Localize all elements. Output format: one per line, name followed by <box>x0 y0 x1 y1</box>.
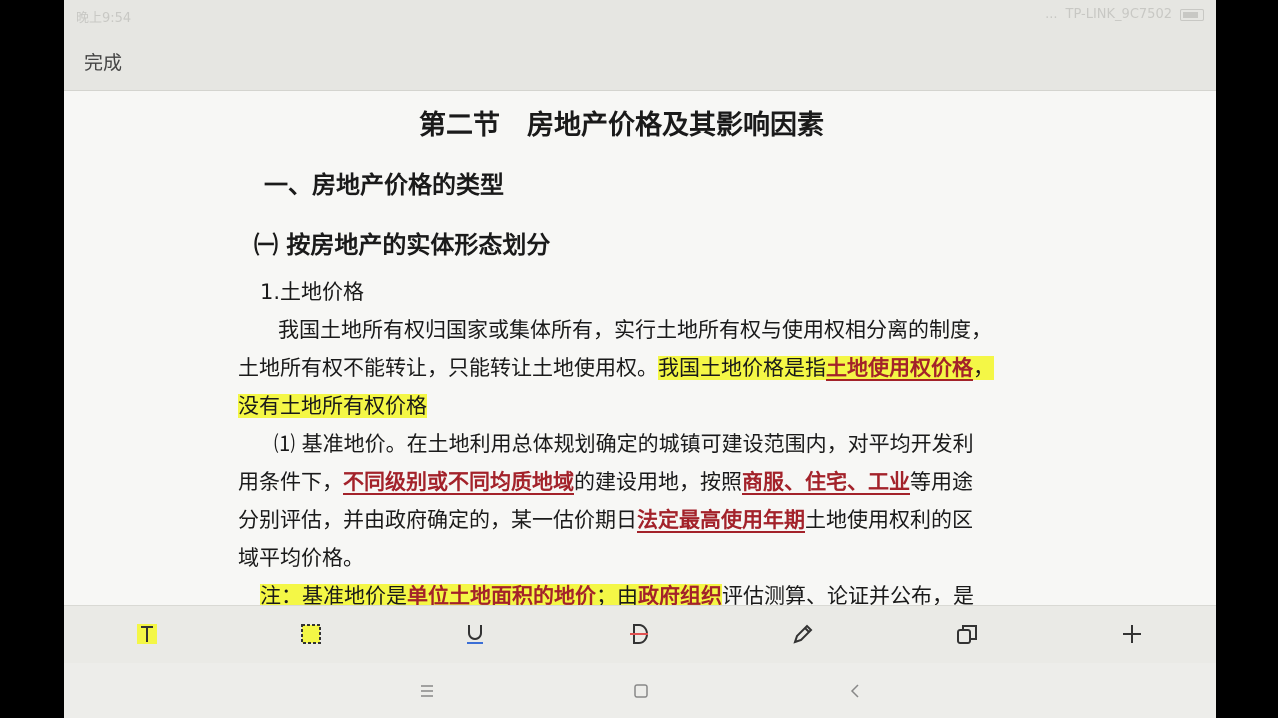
heading-1: 一、房地产价格的类型 <box>264 171 504 199</box>
back-icon[interactable] <box>843 679 867 703</box>
highlight-text-icon[interactable] <box>133 620 161 648</box>
highlighted-text: 没有土地所有权价格 <box>238 394 427 418</box>
paragraph-2-line-1: ⑴ 基准地价。在土地利用总体规划确定的城镇可建设范围内，对平均开发利 <box>274 432 974 456</box>
text-run: ；由 <box>596 584 638 605</box>
menu-icon[interactable] <box>415 679 439 703</box>
paragraph-1-line-2: 土地所有权不能转让，只能转让土地使用权。我国土地价格是指土地使用权价格， <box>238 352 994 382</box>
status-right: ... TP-LINK_9C7502 <box>1045 7 1204 22</box>
text-run: 等用途 <box>910 470 973 494</box>
paragraph-2-line-4: 域平均价格。 <box>238 546 364 570</box>
text-run: 的建设用地，按照 <box>574 470 742 494</box>
text-run: 土地所有权不能转让，只能转让土地使用权。 <box>238 356 658 380</box>
text-run: 我国土地价格是指 <box>658 356 826 380</box>
copy-icon[interactable] <box>953 620 981 648</box>
doc-title: 第二节 房地产价格及其影响因素 <box>419 110 824 141</box>
text-run: 用条件下， <box>238 470 343 494</box>
battery-icon <box>1180 8 1204 21</box>
status-time: 晚上9:54 <box>76 11 132 26</box>
status-dots: ... <box>1045 7 1058 22</box>
annotation-toolbar <box>64 605 1216 663</box>
document-view[interactable]: 第二节 房地产价格及其影响因素 一、房地产价格的类型 ㈠ 按房地产的实体形态划分… <box>64 91 1216 605</box>
annotated-text: 商服、住宅、工业 <box>742 470 910 494</box>
select-area-icon[interactable] <box>297 620 325 648</box>
text-run: 土地使用权利的区 <box>805 508 973 532</box>
wifi-name: TP-LINK_9C7502 <box>1065 7 1172 22</box>
paragraph-2-line-2: 用条件下，不同级别或不同均质地域的建设用地，按照商服、住宅、工业等用途 <box>238 466 973 496</box>
highlighted-text: 我国土地价格是指土地使用权价格， <box>658 356 994 380</box>
paragraph-1-line-3: 没有土地所有权价格 <box>238 390 427 420</box>
annotated-text: 单位土地面积的地价 <box>407 584 596 605</box>
annotated-text: 不同级别或不同均质地域 <box>343 470 574 494</box>
status-bar: 晚上9:54 ... TP-LINK_9C7502 <box>64 0 1216 32</box>
text-run: 注：基准地价是 <box>260 584 407 605</box>
annotated-text: 法定最高使用年期 <box>637 508 805 532</box>
annotated-text: 土地使用权价格 <box>826 356 973 380</box>
top-bar: 完成 <box>64 32 1216 91</box>
text-run: 评估测算、论证并公布，是 <box>722 584 974 605</box>
paragraph-1-line-1: 我国土地所有权归国家或集体所有，实行土地所有权与使用权相分离的制度， <box>278 318 992 342</box>
add-icon[interactable] <box>1118 620 1146 648</box>
text-run: ， <box>973 356 994 380</box>
home-icon[interactable] <box>629 679 653 703</box>
highlighted-text: 注：基准地价是单位土地面积的地价；由政府组织 <box>260 584 722 605</box>
subheading-land-price: 1.土地价格 <box>260 280 365 304</box>
note-line: 注：基准地价是单位土地面积的地价；由政府组织评估测算、论证并公布，是 <box>260 580 974 605</box>
underline-icon[interactable] <box>461 620 489 648</box>
system-nav-bar <box>64 663 1216 718</box>
text-run: 分别评估，并由政府确定的，某一估价期日 <box>238 508 637 532</box>
annotated-text: 政府组织 <box>638 584 722 605</box>
strikethrough-icon[interactable] <box>625 620 653 648</box>
heading-2: ㈠ 按房地产的实体形态划分 <box>254 231 551 259</box>
done-button[interactable]: 完成 <box>84 48 122 75</box>
device-screen: 晚上9:54 ... TP-LINK_9C7502 完成 第二节 房地产价格及其… <box>64 0 1216 718</box>
pen-icon[interactable] <box>789 620 817 648</box>
paragraph-2-line-3: 分别评估，并由政府确定的，某一估价期日法定最高使用年期土地使用权利的区 <box>238 504 973 534</box>
